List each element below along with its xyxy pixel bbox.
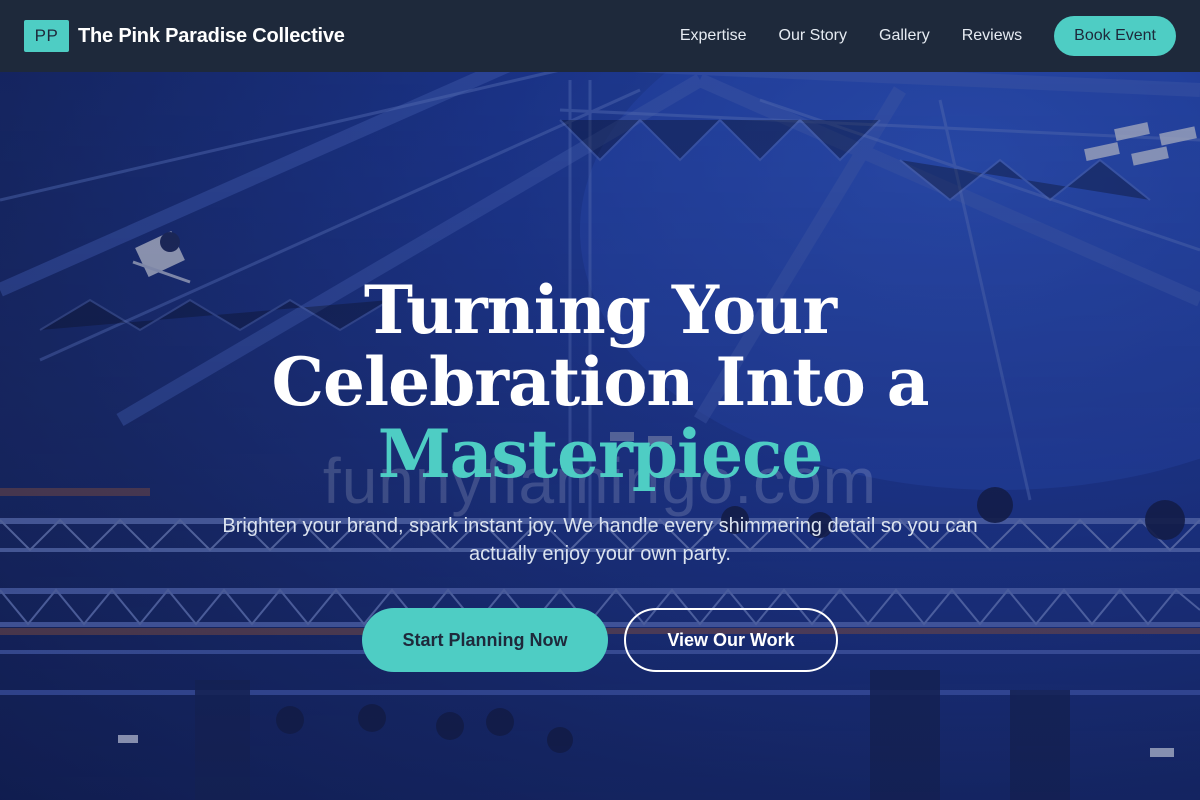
brand-name[interactable]: The Pink Paradise Collective [78,25,345,48]
hero-title-line-1: Turning Your [363,271,837,349]
hero-title: Turning Your Celebration Into a Masterpi… [0,274,1200,490]
hero-subtitle: Brighten your brand, spark instant joy. … [222,515,978,565]
brand-logo[interactable]: PP [24,20,69,52]
view-our-work-button[interactable]: View Our Work [624,608,838,672]
nav-link-our-story[interactable]: Our Story [779,27,847,45]
top-navbar: PP The Pink Paradise Collective Expertis… [0,0,1200,72]
hero-section: funnyflamingo.com Turning Your Celebrati… [0,72,1200,800]
brand[interactable]: PP The Pink Paradise Collective [24,20,345,52]
start-planning-button[interactable]: Start Planning Now [362,608,608,672]
nav-links: Expertise Our Story Gallery Reviews Book… [680,16,1176,56]
nav-link-reviews[interactable]: Reviews [962,27,1022,45]
book-event-button[interactable]: Book Event [1054,16,1176,56]
nav-link-expertise[interactable]: Expertise [680,27,747,45]
hero-title-accent: Masterpiece [377,415,824,493]
hero-title-line-2: Celebration Into a [271,343,930,421]
nav-link-gallery[interactable]: Gallery [879,27,930,45]
